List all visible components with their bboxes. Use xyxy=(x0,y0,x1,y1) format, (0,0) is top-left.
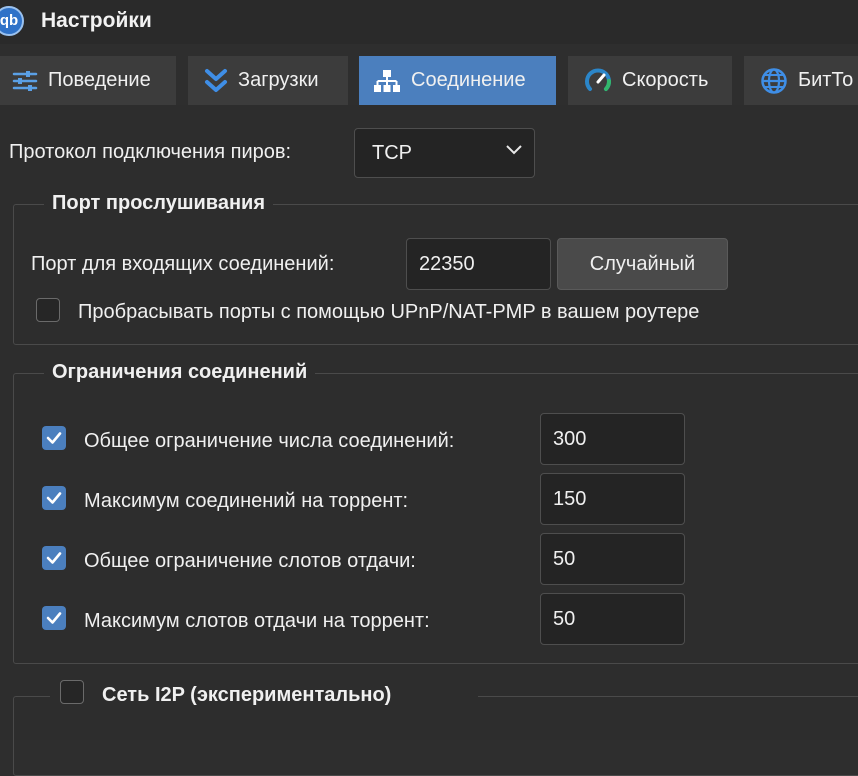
port-input[interactable]: 22350 xyxy=(406,238,551,290)
globe-icon xyxy=(761,67,787,94)
global-upload-slots-label: Общее ограничение слотов отдачи: xyxy=(84,550,416,572)
per-torrent-connections-input[interactable]: 150 xyxy=(540,473,685,525)
listening-port-title: Порт прослушивания xyxy=(44,192,273,215)
per-torrent-connections-value: 150 xyxy=(553,487,587,510)
protocol-select[interactable]: TCP xyxy=(354,128,535,178)
port-label: Порт для входящих соединений: xyxy=(31,253,335,275)
upnp-label: Пробрасывать порты с помощью UPnP/NAT-PM… xyxy=(78,301,700,323)
checkmark-icon xyxy=(46,552,62,564)
checkmark-icon xyxy=(46,492,62,504)
port-value: 22350 xyxy=(419,252,475,275)
global-upload-slots-value: 50 xyxy=(553,547,576,570)
global-connections-value: 300 xyxy=(553,427,587,450)
i2p-checkbox[interactable] xyxy=(60,680,84,704)
global-connections-input[interactable]: 300 xyxy=(540,413,685,465)
tab-label: Поведение xyxy=(48,69,151,91)
connection-limits-title: Ограничения соединений xyxy=(44,361,316,384)
tab-behavior[interactable]: Поведение xyxy=(0,56,176,105)
title-bar: qb Настройки xyxy=(0,0,858,44)
app-logo-icon: qb xyxy=(0,6,24,36)
tab-label: Скорость xyxy=(622,69,709,91)
tab-label: БитТо xyxy=(798,69,854,91)
tab-downloads[interactable]: Загрузки xyxy=(188,56,348,105)
i2p-title: Сеть I2P (экспериментально) xyxy=(102,684,392,706)
chevron-down-icon xyxy=(506,145,522,155)
random-port-label: Случайный xyxy=(589,252,696,275)
random-port-button[interactable]: Случайный xyxy=(557,238,728,290)
per-torrent-upload-slots-value: 50 xyxy=(553,607,576,630)
global-connections-label: Общее ограничение числа соединений: xyxy=(84,430,455,452)
window-title: Настройки xyxy=(41,9,152,32)
per-torrent-connections-checkbox[interactable] xyxy=(42,486,66,510)
protocol-value: TCP xyxy=(372,141,412,164)
tab-label: Загрузки xyxy=(238,69,319,91)
speedometer-icon xyxy=(585,68,611,91)
checkmark-icon xyxy=(46,432,62,444)
network-icon xyxy=(374,69,400,92)
per-torrent-upload-slots-input[interactable]: 50 xyxy=(540,593,685,645)
sliders-icon xyxy=(12,70,38,91)
per-torrent-connections-label: Максимум соединений на торрент: xyxy=(84,490,409,512)
upnp-checkbox[interactable] xyxy=(36,298,60,322)
tab-bar: Поведение Загрузки Соединение Скорость Б… xyxy=(0,56,858,105)
tab-label: Соединение xyxy=(411,69,526,91)
global-upload-slots-input[interactable]: 50 xyxy=(540,533,685,585)
per-torrent-upload-slots-label: Максимум слотов отдачи на торрент: xyxy=(84,610,430,632)
per-torrent-upload-slots-checkbox[interactable] xyxy=(42,606,66,630)
global-upload-slots-checkbox[interactable] xyxy=(42,546,66,570)
double-chevron-down-icon xyxy=(205,68,227,92)
tab-speed[interactable]: Скорость xyxy=(568,56,732,105)
tab-bittorrent[interactable]: БитТо xyxy=(744,56,858,105)
tab-connection[interactable]: Соединение xyxy=(359,56,556,105)
checkmark-icon xyxy=(46,612,62,624)
protocol-label: Протокол подключения пиров: xyxy=(9,141,292,163)
global-connections-checkbox[interactable] xyxy=(42,426,66,450)
